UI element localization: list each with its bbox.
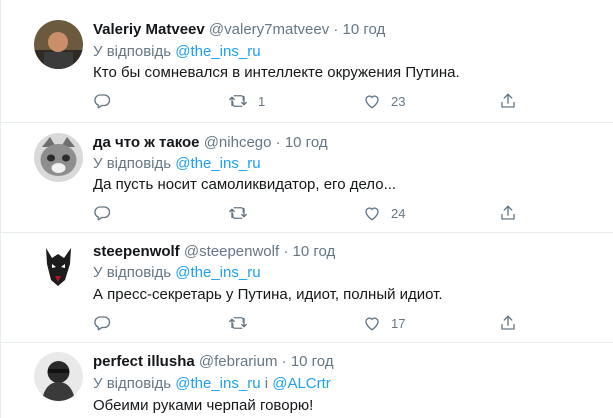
reply-button[interactable] [93,313,121,333]
reply-prefix: У відповідь [93,264,172,281]
timestamp[interactable]: 10 год [343,21,386,38]
share-icon [501,205,515,220]
reply-mention-link[interactable]: @ALCrtr [272,375,331,392]
reply-icon [94,206,111,221]
display-name[interactable]: да что ж такое [93,134,200,151]
share-button[interactable] [499,203,517,223]
reply-button[interactable] [93,91,121,111]
retweet-icon [229,207,247,219]
reply-feed: Valeriy Matveev @valery7matveev · 10 год… [0,0,613,418]
retweet-icon [229,317,247,329]
like-icon [365,317,379,331]
reply-mention-link[interactable]: @the_ins_ru [175,155,260,172]
reply-joiner: і [264,375,269,392]
share-icon [501,93,515,108]
separator-dot: · [275,134,281,151]
reply-context: У відповідь @the_ins_ru [93,154,261,174]
retweet-icon [229,95,247,107]
retweet-button[interactable] [228,313,258,333]
tweet-header: Valeriy Matveev @valery7matveev · 10 год [93,20,385,40]
avatar[interactable] [34,133,83,182]
retweet-count: 1 [258,93,266,109]
reply-context: У відповідь @the_ins_ru і @ALCrtr [93,374,331,394]
separator-dot: · [281,353,287,370]
reply-context: У відповідь @the_ins_ru [93,263,261,283]
reply-mention-link[interactable]: @the_ins_ru [175,375,260,392]
timestamp[interactable]: 10 год [291,353,334,370]
like-count: 24 [391,205,406,221]
avatar[interactable] [34,352,83,401]
tweet[interactable]: Valeriy Matveev @valery7matveev · 10 год… [1,0,613,123]
action-bar: 1 23 [93,91,533,111]
tweet-header: да что ж такое @nihcego · 10 год [93,133,328,153]
reply-context: У відповідь @the_ins_ru [93,42,261,62]
share-icon [501,315,515,330]
reply-mention-link[interactable]: @the_ins_ru [175,264,260,281]
share-button[interactable] [499,91,517,111]
reply-icon [94,94,111,109]
separator-dot: · [333,21,339,38]
timestamp[interactable]: 10 год [292,243,335,260]
separator-dot: · [283,243,289,260]
user-handle[interactable]: @febrarium [199,353,278,370]
tweet-text: А пресс-секретарь у Путина, идиот, полны… [93,286,443,303]
avatar[interactable] [34,20,83,69]
reply-mention-link[interactable]: @the_ins_ru [175,43,260,60]
user-handle[interactable]: @valery7matveev [209,21,329,38]
tweet[interactable]: да что ж такое @nihcego · 10 год У відпо… [1,123,613,233]
display-name[interactable]: perfect illusha [93,353,195,370]
timestamp[interactable]: 10 год [285,134,328,151]
avatar[interactable] [34,242,83,291]
reply-button[interactable] [93,203,121,223]
like-button[interactable]: 23 [363,91,405,111]
like-icon [365,95,379,109]
tweet[interactable]: steepenwolf @steepenwolf · 10 год У відп… [1,233,613,343]
display-name[interactable]: Valeriy Matveev [93,21,205,38]
reply-prefix: У відповідь [93,155,172,172]
retweet-button[interactable]: 1 [228,91,265,111]
action-bar: 24 [93,203,533,223]
like-button[interactable]: 17 [363,313,405,333]
like-count: 17 [391,315,406,331]
tweet-text: Обеими руками черпай говорю! [93,397,314,414]
user-handle[interactable]: @steepenwolf [184,243,279,260]
like-icon [365,207,379,221]
reply-prefix: У відповідь [93,43,172,60]
tweet-text: Кто бы сомневался в интеллекте окружения… [93,64,460,81]
tweet[interactable]: perfect illusha @febrarium · 10 год У ві… [1,343,613,418]
tweet-text: Да пусть носит самоликвидатор, его дело.… [93,176,397,193]
reply-icon [94,316,111,331]
reply-prefix: У відповідь [93,375,172,392]
share-button[interactable] [499,313,517,333]
display-name[interactable]: steepenwolf [93,243,180,260]
user-handle[interactable]: @nihcego [204,134,272,151]
like-count: 23 [391,93,406,109]
action-bar: 17 [93,313,533,333]
tweet-header: steepenwolf @steepenwolf · 10 год [93,242,335,262]
retweet-button[interactable] [228,203,258,223]
like-button[interactable]: 24 [363,203,405,223]
tweet-header: perfect illusha @febrarium · 10 год [93,352,334,372]
